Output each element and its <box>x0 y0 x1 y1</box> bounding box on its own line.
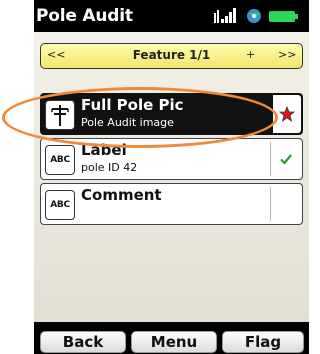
check-icon <box>275 148 297 170</box>
row-divider <box>270 142 271 176</box>
field-value: pole ID 42 <box>81 161 138 174</box>
abc-icon-text: ABC <box>50 155 70 165</box>
abc-text-icon: ABC <box>45 145 75 175</box>
add-feature-button[interactable]: + <box>246 48 255 61</box>
feature-counter: Feature 1/1 <box>132 48 211 62</box>
row-divider <box>270 187 271 221</box>
back-button[interactable]: Back <box>40 331 126 353</box>
status-icons <box>213 7 305 25</box>
app-title: Pole Audit <box>36 6 133 26</box>
highlight-annotation <box>2 87 278 148</box>
abc-text-icon: ABC <box>45 190 75 220</box>
feature-navigator: << Feature 1/1 + >> <box>40 43 303 69</box>
feature-form: << Feature 1/1 + >> Full Pole Pic Pole A… <box>34 32 309 322</box>
gps-icon <box>247 9 261 23</box>
signal-icon <box>214 8 236 23</box>
softkey-bar: Back Menu Flag <box>34 330 309 354</box>
device-screen: Pole Audit << Feature 1/1 + >> Full Pole… <box>34 0 309 354</box>
title-bar: Pole Audit <box>34 0 309 32</box>
flag-button[interactable]: Flag <box>222 331 304 353</box>
menu-button[interactable]: Menu <box>131 331 217 353</box>
next-feature-button[interactable]: >> <box>278 48 296 61</box>
field-row-comment[interactable]: ABC Comment <box>40 183 303 225</box>
abc-icon-text: ABC <box>50 200 70 210</box>
field-title: Comment <box>81 186 162 204</box>
battery-icon <box>269 11 298 22</box>
